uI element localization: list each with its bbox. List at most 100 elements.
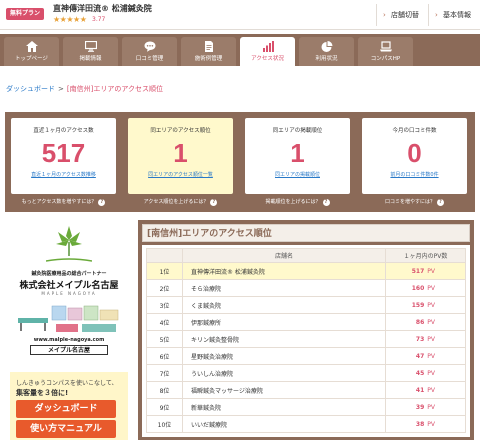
stat-value: 0 (407, 138, 422, 168)
table-header-row: 店舗名 １ヶ月内のPV数 (146, 248, 466, 263)
help-icon: ? (210, 199, 218, 206)
name-cell: 伊那鍼療所 (182, 313, 386, 331)
ranking-panel: [南信州]エリアのアクセス順位 店舗名 １ヶ月内のPV数 1位 直神傳洋田流® … (138, 220, 474, 440)
breadcrumb-separator: > (58, 85, 64, 93)
monitor-icon (84, 41, 97, 52)
shop-name: 直神傳洋田流® 松浦鍼灸院 (53, 4, 152, 13)
home-icon (25, 41, 38, 52)
ad-company-roman: MAPLE NAGOYA (41, 291, 97, 296)
rank-cell: 1位 (146, 262, 183, 280)
name-cell: そら治療院 (182, 279, 386, 297)
rating-stars: ★★★★★ (53, 15, 87, 24)
rank-cell: 7位 (146, 364, 183, 382)
pv-cell: 73 PV (385, 330, 466, 348)
tab-review-management[interactable]: 口コミ管理 (122, 37, 177, 66)
stat-title: 直近１ヶ月のアクセス数 (33, 128, 94, 134)
name-cell: 星野鍼灸治療院 (182, 347, 386, 365)
stat-value: 1 (290, 138, 305, 168)
ad-text: しんきゅうコンパスを使いこなして、 (16, 380, 118, 387)
breadcrumb: ダッシュボード > [南信州]エリアのアクセス順位 (6, 84, 163, 94)
breadcrumb-dashboard-link[interactable]: ダッシュボード (6, 85, 55, 93)
name-cell: 直神傳洋田流® 松浦鍼灸院 (182, 262, 386, 280)
stat-link[interactable]: 同エリアのアクセス順位一覧 (128, 171, 233, 178)
switch-store-button[interactable]: › 店舗切替 (376, 4, 428, 26)
name-cell: いいだ鍼療院 (182, 415, 386, 433)
tab-usage-status[interactable]: 利用状況 (299, 37, 354, 66)
pv-cell: 159 PV (385, 296, 466, 314)
pv-cell: 517 PV (385, 262, 466, 280)
tab-compass-hp[interactable]: コンパスHP (358, 37, 413, 66)
tab-top-page[interactable]: トップページ (4, 37, 59, 66)
chevron-right-icon: › (435, 11, 438, 19)
chevron-right-icon: › (383, 11, 386, 19)
table-row: 7位 ういしん治療院 45 PV (146, 364, 466, 382)
stat-title: 同エリアのアクセス順位 (150, 128, 211, 134)
breadcrumb-current: [南信州]エリアのアクセス順位 (66, 85, 163, 93)
ad-company: 株式会社メイプル名古屋 (19, 281, 119, 291)
pv-cell: 39 PV (385, 398, 466, 416)
stat-value: 517 (41, 138, 86, 168)
stat-value: 1 (173, 138, 188, 168)
stat-card-area-access-rank: 同エリアのアクセス順位 1 同エリアのアクセス順位一覧 (128, 118, 233, 194)
document-icon (204, 41, 213, 52)
help-icon: ? (98, 199, 106, 206)
stat-card-review-count: 今月の口コミ件数 0 前月の口コミ件数0件 (362, 118, 467, 194)
rating-value: 3.77 (92, 16, 106, 23)
stat-card-monthly-access: 直近１ヶ月のアクセス数 517 直近１ヶ月のアクセス数推移 (11, 118, 116, 194)
compass-manual-banner[interactable]: しんきゅうコンパスを使いこなして、 集客量を３倍に! ダッシュボード 使い方マニ… (10, 372, 128, 440)
help-link-listing-rank[interactable]: 掲載順位を上げるには？? (245, 198, 350, 206)
stat-title: 同エリアの掲載順位 (272, 128, 323, 134)
stat-link[interactable]: 前月の口コミ件数0件 (362, 171, 467, 178)
table-row: 5位 キリン鍼灸整骨院 73 PV (146, 330, 466, 348)
help-icon: ? (322, 199, 330, 206)
ad-store-label: メイプル名古屋 (30, 345, 108, 355)
table-row: 8位 福瞬鍼灸マッサージ治療院 41 PV (146, 381, 466, 399)
pv-cell: 38 PV (385, 415, 466, 433)
rank-cell: 9位 (146, 398, 183, 416)
help-icon: ? (437, 199, 444, 206)
maple-nagoya-banner[interactable]: 鍼灸院医療用品の総合パートナー 株式会社メイプル名古屋 MAPLE NAGOYA… (10, 222, 128, 362)
table-row-own: 1位 直神傳洋田流® 松浦鍼灸院 517 PV (146, 262, 466, 280)
main-nav: トップページ 掲載情報 口コミ管理 施術例管理 アクセス状況 利用状況 コンパス… (0, 34, 480, 66)
ad-tagline: 鍼灸院医療用品の総合パートナー (31, 271, 107, 277)
stat-card-area-listing-rank: 同エリアの掲載順位 1 同エリアの掲載順位 (245, 118, 350, 194)
column-header-rank (146, 248, 183, 263)
pv-cell: 41 PV (385, 381, 466, 399)
name-cell: ういしん治療院 (182, 364, 386, 382)
laptop-icon (379, 41, 392, 52)
table-row: 4位 伊那鍼療所 86 PV (146, 313, 466, 331)
pv-cell: 47 PV (385, 347, 466, 365)
tab-listing-info[interactable]: 掲載情報 (63, 37, 118, 66)
tab-access-status[interactable]: アクセス状況 (240, 37, 295, 66)
name-cell: 新華鍼灸院 (182, 398, 386, 416)
bar-chart-icon (262, 41, 274, 52)
maple-leaf-underline (46, 258, 92, 262)
rank-cell: 5位 (146, 330, 183, 348)
ranking-table-wrapper: 店舗名 １ヶ月内のPV数 1位 直神傳洋田流® 松浦鍼灸院 517 PV 2位 そ… (142, 245, 470, 437)
help-link-access[interactable]: もっとアクセス数を増やすには？? (11, 198, 116, 206)
maple-leaf-logo (56, 226, 82, 256)
name-cell: くま鍼灸院 (182, 296, 386, 314)
help-link-access-rank[interactable]: アクセス順位を上げるには？? (128, 198, 233, 206)
pv-cell: 86 PV (385, 313, 466, 331)
pv-cell: 160 PV (385, 279, 466, 297)
column-header-name: 店舗名 (182, 248, 386, 263)
tab-case-management[interactable]: 施術例管理 (181, 37, 236, 66)
name-cell: キリン鍼灸整骨院 (182, 330, 386, 348)
basic-info-button[interactable]: › 基本情報 (428, 4, 480, 26)
stat-link[interactable]: 同エリアの掲載順位 (245, 171, 350, 178)
table-row: 10位 いいだ鍼療院 38 PV (146, 415, 466, 433)
help-link-reviews[interactable]: 口コミを増やすには？? (362, 198, 467, 206)
pv-cell: 45 PV (385, 364, 466, 382)
ad-manual-label: 使い方マニュアル (16, 420, 116, 438)
rank-cell: 8位 (146, 381, 183, 399)
name-cell: 福瞬鍼灸マッサージ治療院 (182, 381, 386, 399)
column-header-pv: １ヶ月内のPV数 (385, 248, 466, 263)
stat-link[interactable]: 直近１ヶ月のアクセス数推移 (11, 171, 116, 178)
rank-cell: 6位 (146, 347, 183, 365)
header: 無料プラン 直神傳洋田流® 松浦鍼灸院 ★★★★★ 3.77 › 店舗切替 › … (0, 0, 480, 30)
pie-chart-icon (321, 41, 332, 52)
table-row: 6位 星野鍼灸治療院 47 PV (146, 347, 466, 365)
chat-icon (144, 41, 155, 52)
ad-dashboard-label: ダッシュボード (16, 400, 116, 418)
